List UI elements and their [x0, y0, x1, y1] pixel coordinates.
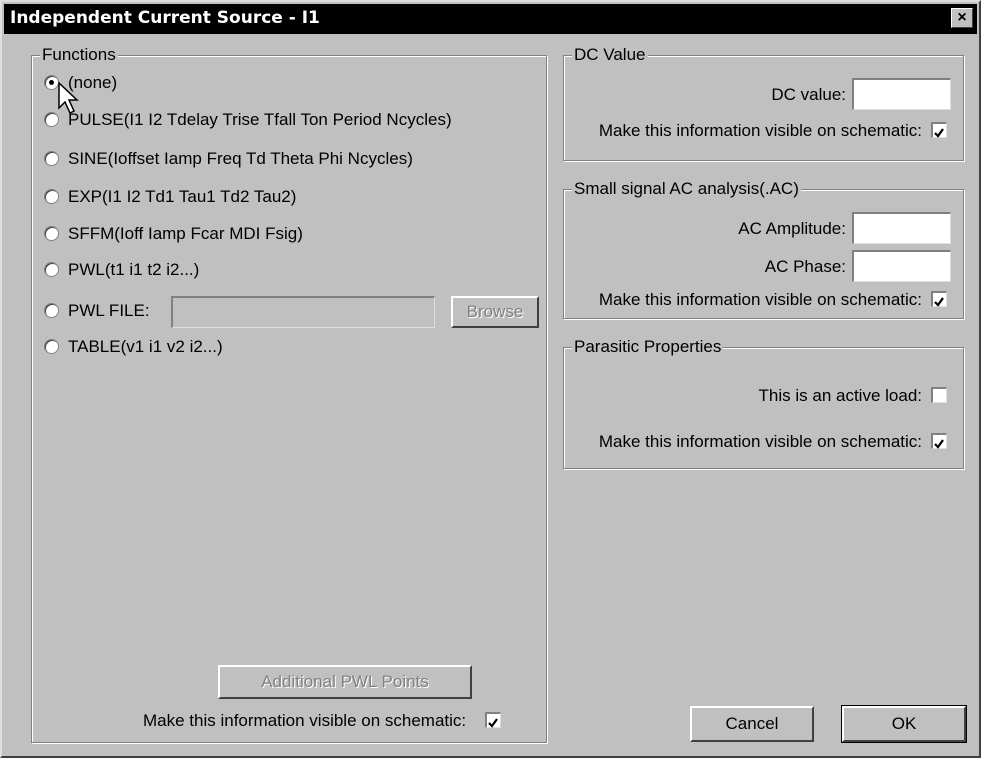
radio-label: SFFM(Ioff Iamp Fcar MDI Fsig) — [68, 224, 303, 243]
ac-visible-checkbox[interactable] — [931, 291, 947, 307]
browse-button[interactable]: Browse — [451, 296, 539, 328]
radio-label: SINE(Ioffset Iamp Freq Td Theta Phi Ncyc… — [68, 149, 413, 168]
functions-legend: Functions — [40, 45, 118, 65]
active-load-label: This is an active load: — [758, 386, 922, 405]
parasitic-visible-checkbox[interactable] — [931, 433, 947, 449]
radio-button[interactable] — [44, 112, 59, 127]
checkmark-icon — [934, 128, 944, 138]
dc-value-legend: DC Value — [572, 45, 648, 65]
functions-group: Functions (none) PULSE(I1 I2 Tdelay Tris… — [31, 45, 547, 743]
title-bar[interactable]: Independent Current Source - I1 × — [4, 4, 977, 34]
ac-amplitude-label: AC Amplitude: — [738, 219, 846, 238]
ac-visible-label: Make this information visible on schemat… — [598, 290, 922, 309]
radio-button[interactable] — [44, 262, 59, 277]
active-load-checkbox[interactable] — [931, 387, 947, 403]
functions-visible-checkbox[interactable] — [485, 712, 501, 728]
dialog-window: Independent Current Source - I1 × Functi… — [0, 0, 981, 758]
window-title: Independent Current Source - I1 — [10, 8, 320, 28]
ac-amplitude-input[interactable] — [852, 212, 951, 244]
radio-button[interactable] — [44, 151, 59, 166]
functions-visible-label: Make this information visible on schemat… — [143, 711, 467, 730]
radio-button[interactable] — [44, 339, 59, 354]
pwl-file-input[interactable] — [171, 296, 435, 328]
radio-label: PULSE(I1 I2 Tdelay Trise Tfall Ton Perio… — [68, 110, 452, 129]
radio-button[interactable] — [44, 75, 59, 90]
radio-label: EXP(I1 I2 Td1 Tau1 Td2 Tau2) — [68, 187, 297, 206]
cancel-button[interactable]: Cancel — [690, 706, 814, 742]
parasitic-visible-label: Make this information visible on schemat… — [598, 432, 922, 451]
dc-value-group: DC Value DC value: Make this information… — [563, 45, 964, 161]
ac-analysis-legend: Small signal AC analysis(.AC) — [572, 179, 801, 199]
radio-label: PWL FILE: — [68, 301, 150, 320]
parasitic-properties-group: Parasitic Properties This is an active l… — [563, 337, 964, 469]
radio-label: PWL(t1 i1 t2 i2...) — [68, 260, 200, 279]
additional-pwl-points-button[interactable]: Additional PWL Points — [218, 665, 472, 699]
ac-analysis-group: Small signal AC analysis(.AC) AC Amplitu… — [563, 179, 964, 319]
dc-value-label: DC value: — [771, 85, 846, 104]
dc-value-input[interactable] — [852, 78, 951, 110]
parasitic-properties-legend: Parasitic Properties — [572, 337, 724, 357]
checkmark-icon — [488, 718, 498, 728]
ac-phase-input[interactable] — [852, 250, 951, 282]
close-icon[interactable]: × — [951, 8, 973, 28]
checkmark-icon — [934, 297, 944, 307]
radio-button[interactable] — [44, 303, 59, 318]
radio-button[interactable] — [44, 189, 59, 204]
mouse-cursor-icon — [58, 82, 79, 115]
radio-label: TABLE(v1 i1 v2 i2...) — [68, 337, 223, 356]
ok-button[interactable]: OK — [841, 705, 967, 743]
dc-visible-checkbox[interactable] — [931, 122, 947, 138]
dc-visible-label: Make this information visible on schemat… — [598, 121, 922, 140]
radio-button[interactable] — [44, 226, 59, 241]
ac-phase-label: AC Phase: — [764, 257, 846, 276]
checkmark-icon — [934, 439, 944, 449]
